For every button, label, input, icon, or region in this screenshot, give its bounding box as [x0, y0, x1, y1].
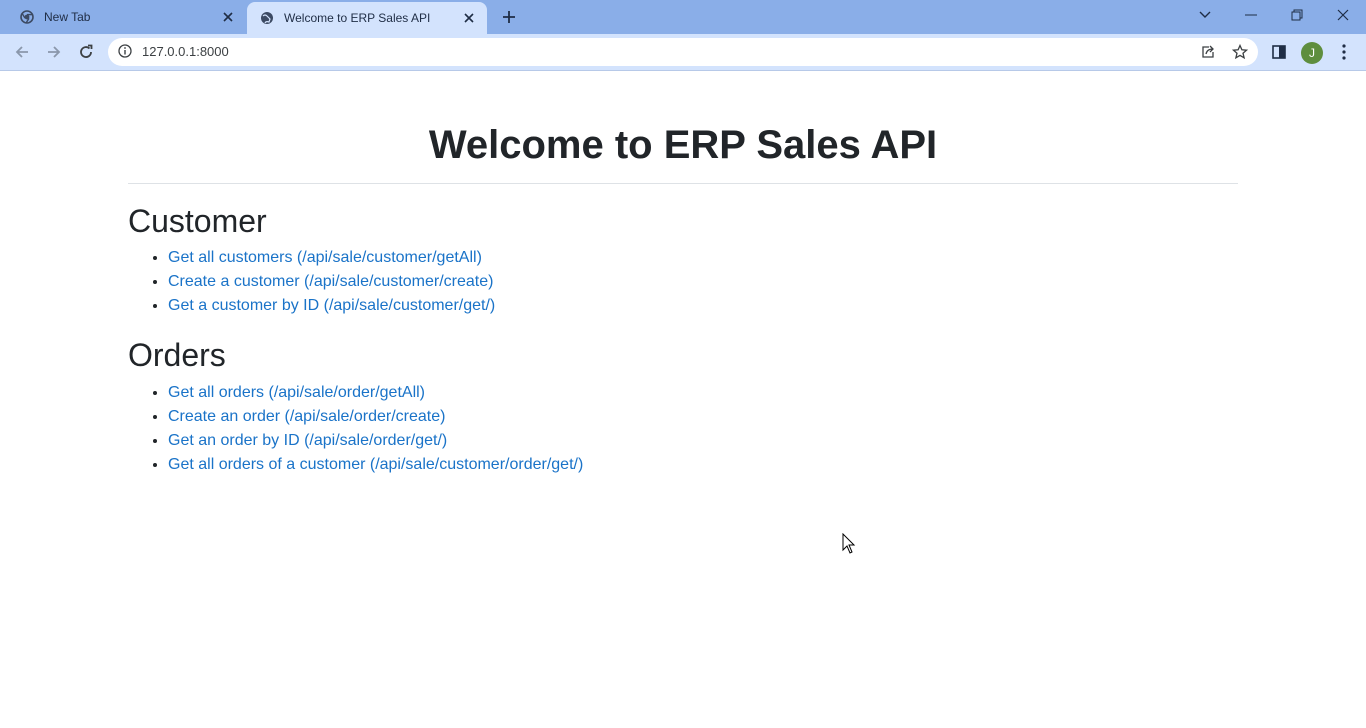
link-get-all-orders[interactable]: Get all orders (/api/sale/order/getAll) — [168, 384, 425, 401]
globe-icon — [259, 10, 275, 26]
link-create-customer[interactable]: Create a customer (/api/sale/customer/cr… — [168, 273, 493, 290]
menu-icon[interactable] — [1335, 43, 1353, 61]
link-get-customer-orders[interactable]: Get all orders of a customer (/api/sale/… — [168, 456, 583, 473]
list-item: Get all customers (/api/sale/customer/ge… — [168, 246, 495, 270]
link-create-order[interactable]: Create an order (/api/sale/order/create) — [168, 408, 445, 425]
link-get-customer-by-id[interactable]: Get a customer by ID (/api/sale/customer… — [168, 297, 495, 314]
link-get-order-by-id[interactable]: Get an order by ID (/api/sale/order/get/… — [168, 432, 447, 449]
share-icon[interactable] — [1200, 44, 1216, 60]
link-get-all-customers[interactable]: Get all customers (/api/sale/customer/ge… — [168, 249, 482, 266]
close-window-button[interactable] — [1320, 0, 1366, 30]
divider — [128, 183, 1238, 184]
list-item: Create a customer (/api/sale/customer/cr… — [168, 270, 495, 294]
orders-links-list: Get all orders (/api/sale/order/getAll) … — [128, 381, 583, 477]
tab-search-icon[interactable] — [1182, 0, 1228, 30]
browser-toolbar: 127.0.0.1:8000 J — [0, 34, 1366, 71]
list-item: Get a customer by ID (/api/sale/customer… — [168, 294, 495, 318]
back-button[interactable] — [7, 37, 37, 67]
customer-links-list: Get all customers (/api/sale/customer/ge… — [128, 246, 495, 318]
bookmark-star-icon[interactable] — [1231, 43, 1249, 60]
url-text: 127.0.0.1:8000 — [142, 44, 229, 59]
close-tab-icon[interactable] — [218, 7, 238, 27]
section-heading-orders: Orders — [128, 337, 226, 373]
address-bar[interactable]: 127.0.0.1:8000 — [108, 38, 1258, 66]
page-title: Welcome to ERP Sales API — [428, 123, 938, 167]
list-item: Create an order (/api/sale/order/create) — [168, 405, 583, 429]
list-item: Get an order by ID (/api/sale/order/get/… — [168, 429, 583, 453]
close-tab-icon[interactable] — [459, 8, 479, 28]
profile-avatar[interactable]: J — [1301, 42, 1323, 64]
tab-new-tab[interactable]: New Tab — [0, 0, 246, 34]
new-tab-button[interactable] — [498, 6, 520, 28]
site-info-icon[interactable] — [118, 44, 134, 60]
list-item: Get all orders (/api/sale/order/getAll) — [168, 381, 583, 405]
side-panel-icon[interactable] — [1270, 43, 1288, 61]
mouse-cursor-icon — [842, 533, 856, 554]
tab-welcome[interactable]: Welcome to ERP Sales API — [247, 2, 487, 34]
tab-title: Welcome to ERP Sales API — [284, 11, 431, 25]
chrome-icon — [19, 9, 35, 25]
minimize-button[interactable] — [1228, 0, 1274, 30]
tab-title: New Tab — [44, 10, 91, 24]
page-content: Welcome to ERP Sales API Customer Get al… — [0, 71, 1366, 728]
list-item: Get all orders of a customer (/api/sale/… — [168, 453, 583, 477]
reload-button[interactable] — [71, 37, 101, 67]
forward-button[interactable] — [39, 37, 69, 67]
restore-button[interactable] — [1274, 0, 1320, 30]
section-heading-customer: Customer — [128, 203, 267, 239]
tab-strip: New Tab Welcome to ERP Sales API — [0, 0, 1366, 34]
